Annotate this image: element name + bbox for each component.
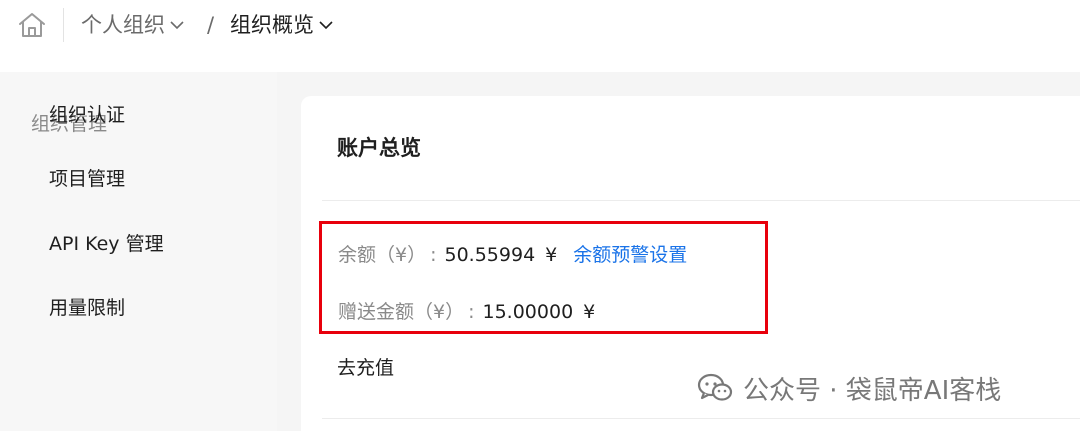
breadcrumb-org-overview[interactable]: 组织概览 — [230, 12, 333, 38]
recharge-link[interactable]: 去充值 — [337, 355, 394, 381]
topbar-divider — [63, 8, 64, 42]
sidebar-item-project-management[interactable]: 项目管理 — [49, 167, 125, 191]
sidebar-item-org-verification[interactable]: 组织认证 — [49, 103, 125, 127]
breadcrumb-label: 组织概览 — [230, 13, 314, 37]
highlight-box — [319, 221, 768, 334]
watermark-text: 公众号 · 袋鼠帝AI客栈 — [743, 375, 1002, 406]
top-bar: 个人组织 / 组织概览 — [0, 0, 1080, 52]
card-divider — [322, 200, 1080, 201]
home-icon[interactable] — [17, 11, 47, 39]
sidebar-item-api-key-management[interactable]: API Key 管理 — [49, 232, 164, 256]
chevron-down-icon — [319, 21, 333, 30]
chevron-down-icon — [170, 21, 184, 30]
breadcrumb-personal-org[interactable]: 个人组织 — [81, 12, 184, 38]
watermark: 公众号 · 袋鼠帝AI客栈 — [697, 368, 1001, 408]
breadcrumb-separator: / — [207, 13, 215, 37]
card-title: 账户总览 — [337, 136, 421, 160]
wechat-icon — [697, 373, 733, 401]
sidebar-item-usage-limits[interactable]: 用量限制 — [49, 296, 125, 320]
card-divider — [322, 418, 1080, 419]
breadcrumb-label: 个人组织 — [81, 13, 165, 37]
